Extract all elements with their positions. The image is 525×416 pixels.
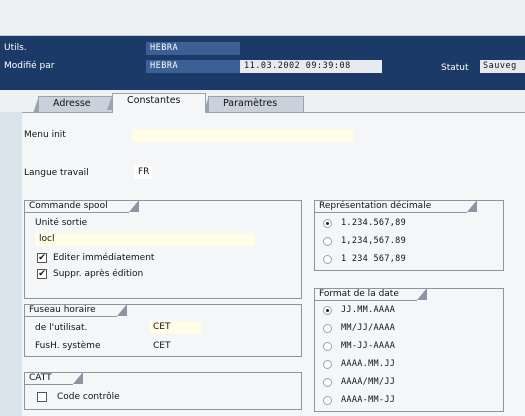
user-header: Utils. HEBRA Modifié par HEBRA 11.03.200… [0, 36, 525, 90]
date-radio-4[interactable] [323, 360, 332, 369]
spool-group: Commande spool Unité sortie locl ✔ Edite… [24, 200, 302, 299]
decimal-title: Représentation décimale [315, 200, 477, 213]
menu-init-label: Menu init [24, 130, 66, 140]
date-option-2: MM/JJ/AAAA [341, 323, 396, 333]
date-radio-3[interactable] [323, 342, 332, 351]
title-bar: ' ' ' ' ' ' [0, 0, 525, 36]
code-controle-checkbox[interactable] [37, 392, 47, 402]
decimal-radio-2[interactable] [323, 237, 332, 246]
date-radio-1[interactable] [323, 306, 332, 315]
modifie-datetime: 11.03.2002 09:39:08 [240, 60, 382, 73]
fuseau-user-input[interactable]: CET [149, 321, 201, 334]
catt-title: CATT [25, 372, 83, 385]
date-option-3: MM-JJ-AAAA [341, 341, 396, 351]
fuseau-title: Fuseau horaire [25, 304, 127, 317]
tab-parametres[interactable]: Paramètres [203, 96, 304, 113]
tab-constantes[interactable]: Constantes [107, 93, 206, 113]
decimal-group: Représentation décimale 1.234.567,89 1,2… [314, 200, 504, 271]
spool-title: Commande spool [25, 200, 139, 213]
langue-input[interactable]: FR [134, 166, 152, 179]
decimal-option-3: 1 234 567,89 [341, 254, 407, 264]
date-option-4: AAAA.MM.JJ [341, 359, 396, 369]
unite-input[interactable]: locl [35, 233, 255, 246]
date-radio-6[interactable] [323, 396, 332, 405]
suppr-label: Suppr. après édition [53, 269, 144, 279]
date-option-6: AAAA-MM-JJ [341, 395, 396, 405]
suppr-checkbox[interactable]: ✔ [37, 269, 47, 279]
check-icon: ✔ [38, 253, 46, 263]
decimal-radio-3[interactable] [323, 255, 332, 264]
statut-label: Statut [441, 63, 469, 73]
statut-value: Sauveg [480, 60, 525, 73]
date-format-group: Format de la date JJ.MM.AAAA MM/JJ/AAAA … [314, 288, 504, 412]
utils-value: HEBRA [146, 42, 240, 55]
decimal-option-1: 1.234.567,89 [341, 218, 407, 228]
tab-strip: Adresse Constantes Paramètres [0, 90, 525, 113]
date-radio-5[interactable] [323, 378, 332, 387]
langue-label: Langue travail [24, 168, 89, 178]
unite-label: Unité sortie [35, 218, 88, 228]
menu-init-input[interactable] [132, 129, 354, 142]
tab-adresse[interactable]: Adresse [33, 96, 114, 113]
fuseau-user-label: de l'utilisat. [35, 323, 88, 333]
fuseau-group: Fuseau horaire de l'utilisat. CET FusH. … [24, 304, 302, 357]
code-controle-label: Code contrôle [57, 392, 120, 402]
decimal-option-2: 1,234,567.89 [341, 236, 407, 246]
modifie-label: Modifié par [4, 61, 55, 71]
editer-label: Editer immédiatement [53, 253, 155, 263]
fuseau-sys-value: CET [153, 341, 171, 351]
check-icon: ✔ [38, 269, 46, 279]
date-option-5: AAAA/MM/JJ [341, 377, 396, 387]
tab-constantes-label: Constantes [127, 95, 181, 106]
constantes-panel: Menu init Langue travail FR Commande spo… [22, 112, 525, 416]
date-option-1: JJ.MM.AAAA [341, 305, 396, 315]
fuseau-sys-label: FusH. système [35, 341, 101, 351]
decimal-radio-1[interactable] [323, 219, 332, 228]
tab-parametres-label: Paramètres [223, 98, 278, 109]
tab-adresse-label: Adresse [53, 98, 91, 109]
modifie-value: HEBRA [146, 60, 240, 73]
editer-checkbox[interactable]: ✔ [37, 253, 47, 263]
catt-group: CATT Code contrôle [24, 372, 302, 410]
window-title: ' ' ' ' ' ' [196, 0, 242, 10]
date-format-title: Format de la date [315, 288, 427, 301]
date-radio-2[interactable] [323, 324, 332, 333]
utils-label: Utils. [4, 43, 27, 53]
